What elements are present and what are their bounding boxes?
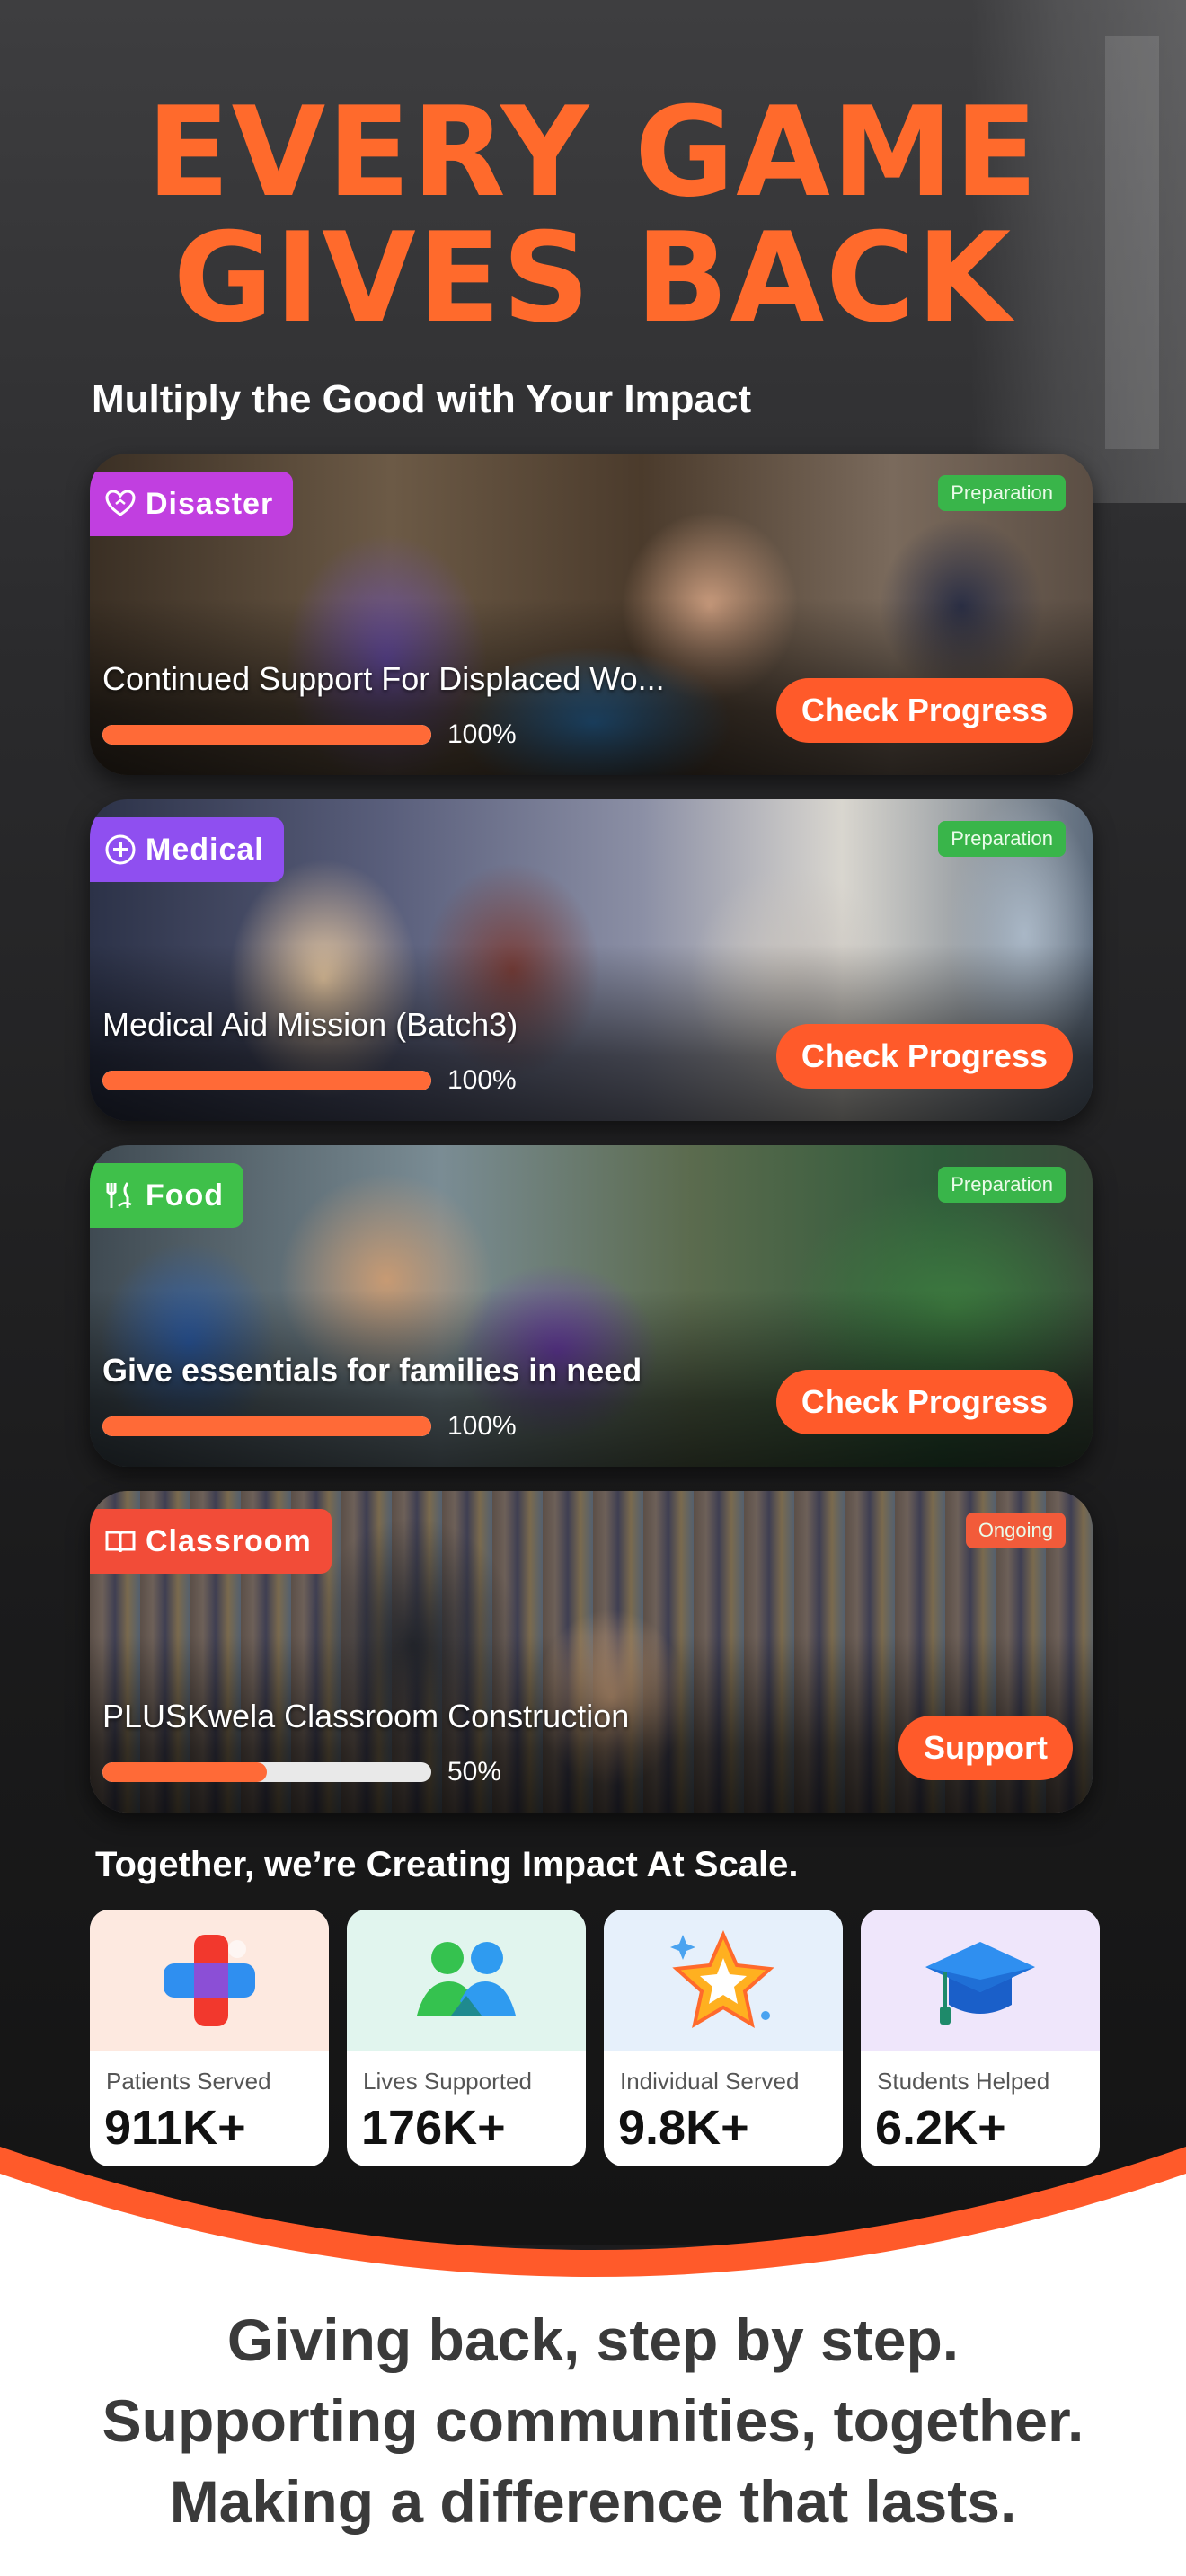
- campaign-card-food[interactable]: Food Preparation Give essentials for fam…: [90, 1145, 1093, 1467]
- progress-bar: [102, 725, 431, 745]
- campaign-card-medical[interactable]: Medical Preparation Medical Aid Mission …: [90, 799, 1093, 1121]
- progress-percent: 50%: [447, 1757, 502, 1786]
- hero-title-line-2: GIVES BACK: [173, 206, 1013, 350]
- stat-card-individual: Individual Served 9.8K+: [604, 1910, 843, 2166]
- category-label: Disaster: [146, 486, 274, 521]
- category-label: Medical: [146, 832, 264, 867]
- star-icon: [670, 1930, 774, 2029]
- utensils-icon: [106, 1182, 132, 1208]
- progress-fill: [102, 1416, 431, 1436]
- graduation-cap-icon: [925, 1942, 1035, 2025]
- progress-bar: [102, 1416, 431, 1436]
- impact-stats: Patients Served 911K+ Lives Supported 17…: [90, 1910, 1100, 2166]
- people-icon: [417, 1942, 516, 2016]
- progress-bar: [102, 1762, 431, 1782]
- tagline: Giving back, step by step. Supporting co…: [0, 2299, 1186, 2542]
- progress-fill: [102, 725, 431, 745]
- status-badge: Preparation: [938, 1167, 1066, 1203]
- category-tag-food: Food: [90, 1163, 244, 1228]
- stat-label: Students Helped: [877, 2068, 1050, 2095]
- medical-cross-icon: [105, 834, 136, 865]
- category-tag-medical: Medical: [90, 817, 284, 882]
- stat-card-patients: Patients Served 911K+: [90, 1910, 329, 2166]
- tagline-line-3: Making a difference that lasts.: [169, 2468, 1017, 2535]
- stat-label: Individual Served: [620, 2068, 800, 2095]
- progress-fill: [102, 1762, 267, 1782]
- category-tag-disaster: Disaster: [90, 472, 294, 536]
- category-tag-classroom: Classroom: [90, 1509, 332, 1574]
- stat-card-students: Students Helped 6.2K+: [861, 1910, 1100, 2166]
- campaign-title: Give essentials for families in need: [102, 1352, 642, 1389]
- progress-bar: [102, 1071, 431, 1090]
- tagline-line-1: Giving back, step by step.: [226, 2307, 960, 2373]
- heart-hand-icon: [105, 490, 136, 516]
- status-badge: Preparation: [938, 821, 1066, 857]
- hero-title-line-1: EVERY GAME: [146, 80, 1040, 225]
- stat-label: Lives Supported: [363, 2068, 532, 2095]
- status-badge: Preparation: [938, 475, 1066, 511]
- medical-cross-icon: [164, 1935, 255, 2026]
- campaign-title: Continued Support For Displaced Wo...: [102, 660, 665, 697]
- check-progress-button[interactable]: Check Progress: [775, 1024, 1073, 1089]
- progress-fill: [102, 1071, 431, 1090]
- support-button[interactable]: Support: [898, 1716, 1073, 1780]
- check-progress-button[interactable]: Check Progress: [775, 678, 1073, 743]
- check-progress-button[interactable]: Check Progress: [775, 1370, 1073, 1434]
- category-label: Classroom: [146, 1523, 312, 1558]
- hero-subtitle: Multiply the Good with Your Impact: [92, 377, 752, 421]
- campaign-card-disaster[interactable]: Disaster Preparation Continued Support F…: [90, 454, 1093, 775]
- progress-percent: 100%: [447, 1065, 517, 1095]
- book-icon: [105, 1531, 136, 1553]
- hero-title: EVERY GAME GIVES BACK: [12, 90, 1174, 341]
- progress-percent: 100%: [447, 1411, 517, 1441]
- tagline-line-2: Supporting communities, together.: [102, 2387, 1084, 2454]
- stat-card-lives: Lives Supported 176K+: [347, 1910, 586, 2166]
- campaign-title: Medical Aid Mission (Batch3): [102, 1006, 518, 1043]
- category-label: Food: [146, 1178, 225, 1213]
- status-badge: Ongoing: [965, 1513, 1066, 1548]
- campaign-title: PLUSKwela Classroom Construction: [102, 1698, 630, 1734]
- progress-percent: 100%: [447, 719, 517, 749]
- impact-heading: Together, we’re Creating Impact At Scale…: [95, 1845, 799, 1884]
- stat-label: Patients Served: [106, 2068, 271, 2095]
- campaign-card-classroom[interactable]: Classroom Ongoing PLUSKwela Classroom Co…: [90, 1491, 1093, 1813]
